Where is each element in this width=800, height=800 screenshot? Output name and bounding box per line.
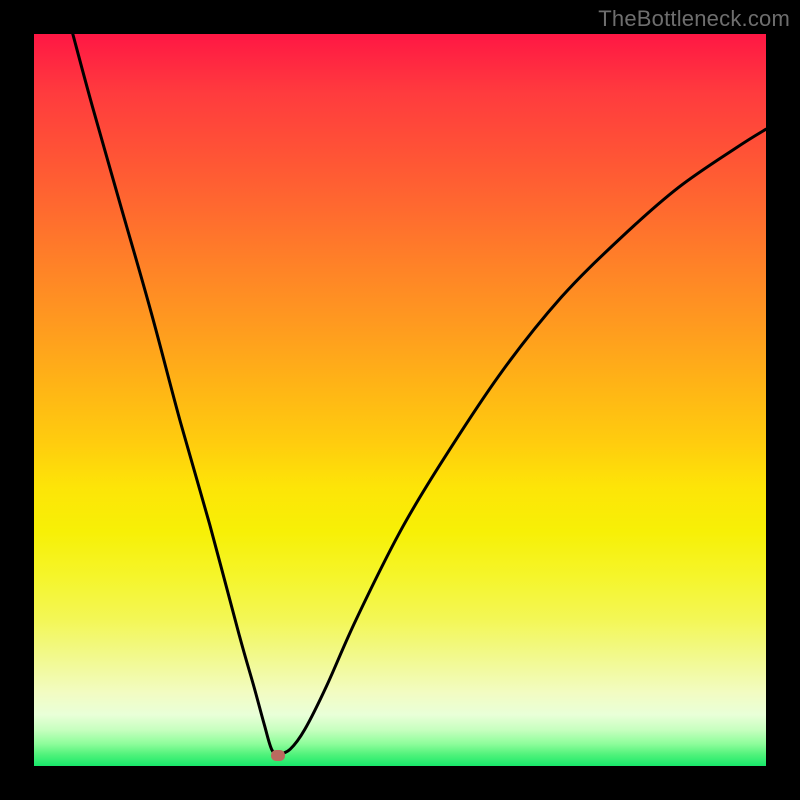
- bottleneck-curve-path: [73, 34, 766, 754]
- optimum-marker: [271, 750, 285, 761]
- watermark-text: TheBottleneck.com: [598, 6, 790, 32]
- plot-area: [34, 34, 766, 766]
- outer-frame: TheBottleneck.com: [0, 0, 800, 800]
- curve-svg: [34, 34, 766, 766]
